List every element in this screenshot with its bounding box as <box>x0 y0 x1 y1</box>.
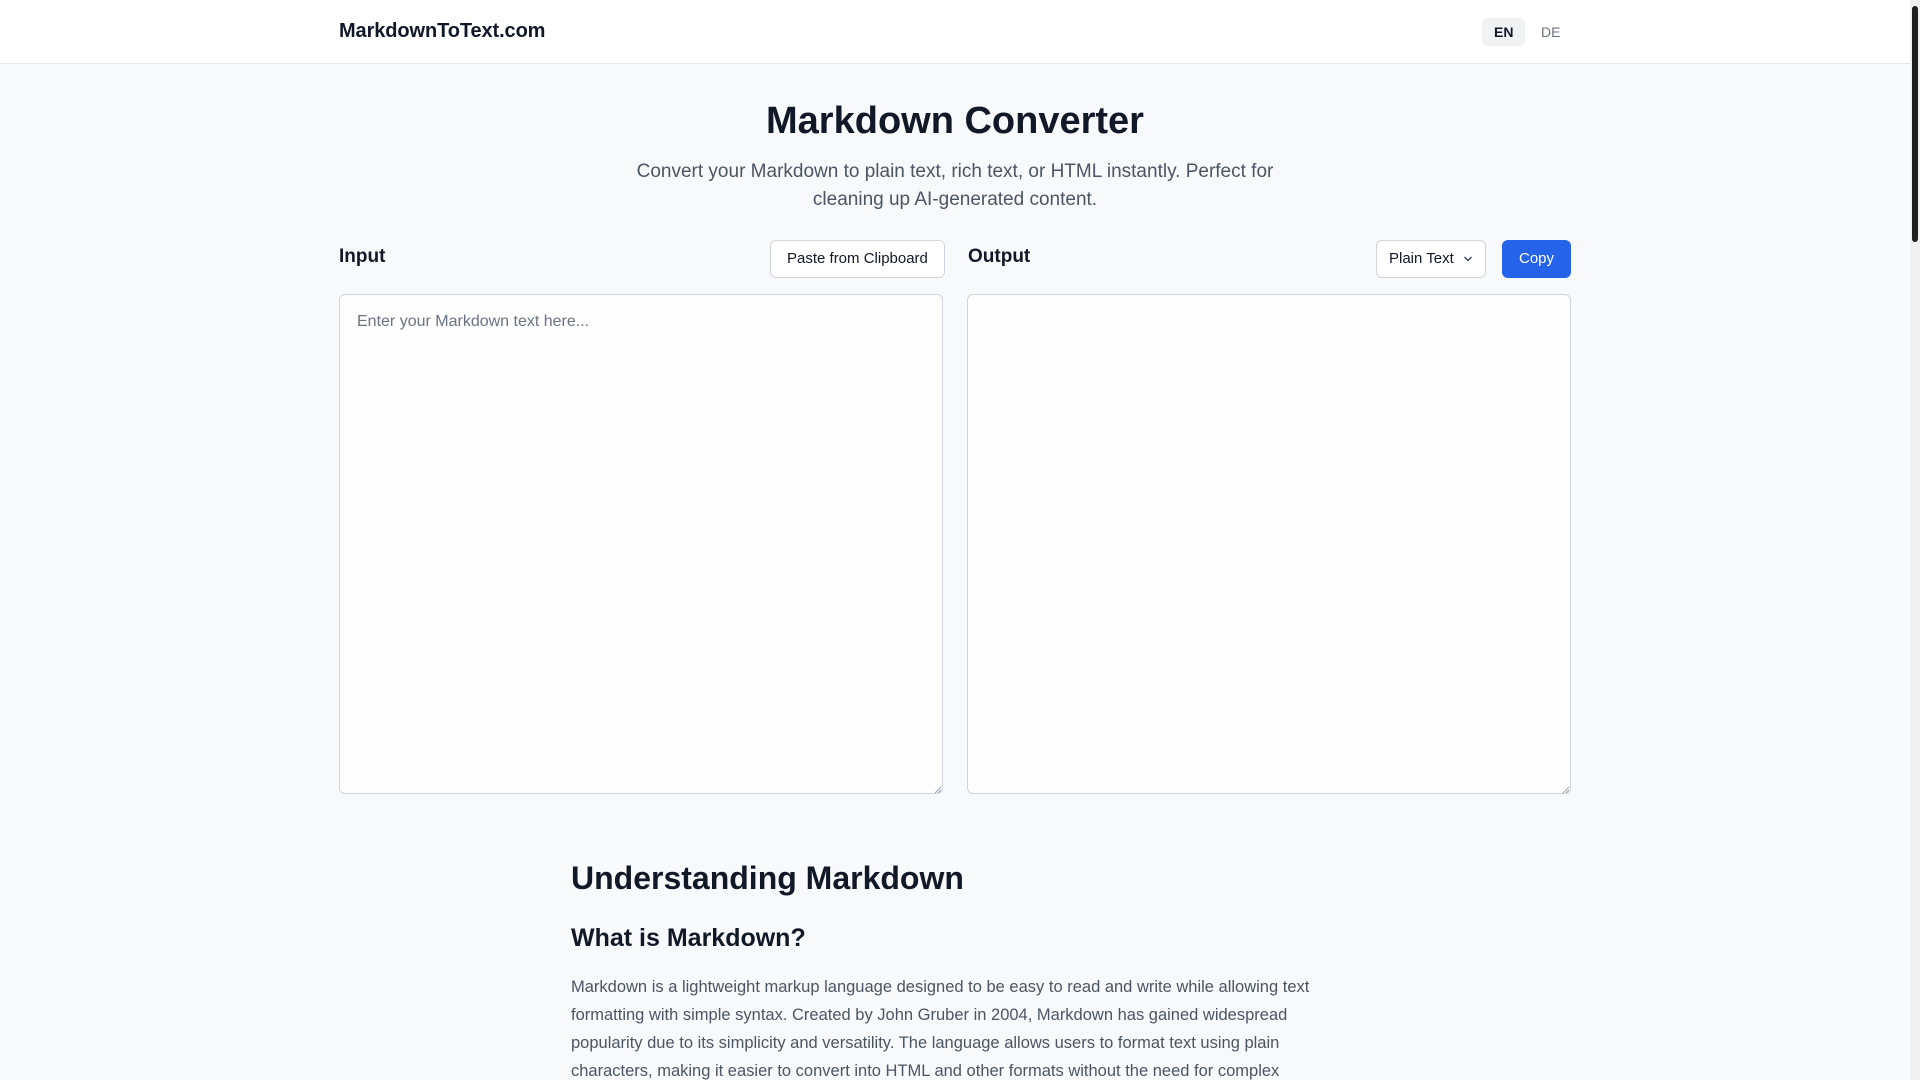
output-format-select[interactable]: Plain Text <box>1376 240 1486 278</box>
site-logo[interactable]: MarkdownToText.com <box>339 20 545 43</box>
output-format-selected: Plain Text <box>1389 250 1454 267</box>
language-de-button[interactable]: DE <box>1529 18 1572 46</box>
language-en-button[interactable]: EN <box>1482 18 1526 46</box>
article-section: Understanding Markdown What is Markdown?… <box>571 860 1351 1080</box>
page-scrollbar-thumb[interactable] <box>1912 6 1918 242</box>
text-output-textarea[interactable] <box>967 294 1571 794</box>
article-subheading: What is Markdown? <box>571 924 806 952</box>
output-label: Output <box>968 246 1031 267</box>
page-title: Markdown Converter <box>766 100 1144 142</box>
article-heading: Understanding Markdown <box>571 860 964 896</box>
paste-from-clipboard-button[interactable]: Paste from Clipboard <box>770 240 945 278</box>
article-paragraph: Markdown is a lightweight markup languag… <box>571 978 1310 1080</box>
page: MarkdownToText.com EN DE Markdown Conver… <box>0 0 1910 1080</box>
resize-handle-icon[interactable] <box>1562 786 1570 794</box>
markdown-input-textarea[interactable] <box>339 294 943 794</box>
input-label: Input <box>339 246 386 267</box>
top-navigation-bar: MarkdownToText.com EN DE <box>0 0 1910 64</box>
copy-button[interactable]: Copy <box>1502 240 1571 278</box>
chevron-down-icon <box>1464 256 1472 262</box>
resize-handle-icon[interactable] <box>934 786 942 794</box>
page-subtitle: Convert your Markdown to plain text, ric… <box>636 161 1274 210</box>
